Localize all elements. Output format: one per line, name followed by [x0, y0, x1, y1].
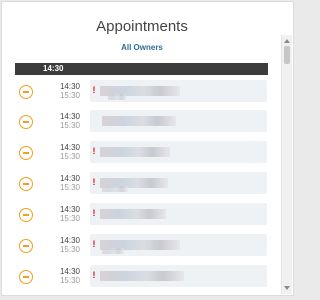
priority-flag: !: [92, 239, 96, 249]
cancel-icon[interactable]: [19, 177, 33, 191]
cancel-icon[interactable]: [19, 115, 33, 129]
appointment-times: 14:30 15:30: [58, 267, 80, 285]
blurred-text: [100, 147, 170, 157]
time-group-label: 14:30: [43, 64, 64, 73]
appointment-card[interactable]: !: [90, 80, 267, 102]
blurred-text: [100, 209, 166, 219]
priority-flag: !: [92, 208, 96, 218]
appointments-panel: Appointments All Owners 14:30 14:30 15:3…: [1, 1, 294, 296]
appointment-card[interactable]: !: [90, 265, 267, 287]
blurred-text: [102, 248, 124, 254]
cancel-icon[interactable]: [19, 270, 33, 284]
start-time: 14:30: [59, 267, 80, 276]
appointment-times: 14:30 15:30: [58, 236, 80, 254]
appointment-card[interactable]: !: [90, 203, 267, 225]
priority-flag: !: [92, 146, 96, 156]
priority-flag: !: [92, 85, 96, 95]
cancel-icon[interactable]: [19, 208, 33, 222]
appointment-times: 14:30 15:30: [58, 82, 80, 100]
start-time: 14:30: [59, 174, 80, 183]
start-time: 14:30: [59, 143, 80, 152]
end-time: 15:30: [59, 121, 80, 130]
appointment-row[interactable]: 14:30 15:30: [2, 110, 282, 134]
appointment-card[interactable]: !: [90, 172, 267, 194]
cancel-icon[interactable]: [19, 146, 33, 160]
blurred-text: [100, 271, 184, 281]
start-time: 14:30: [59, 112, 80, 121]
end-time: 15:30: [59, 183, 80, 192]
appointment-row[interactable]: 14:30 15:30 !: [2, 80, 282, 104]
cancel-icon[interactable]: [19, 239, 33, 253]
appointment-times: 14:30 15:30: [58, 143, 80, 161]
appointment-times: 14:30 15:30: [58, 112, 80, 130]
vertical-scrollbar[interactable]: [281, 35, 292, 294]
appointment-row[interactable]: 14:30 15:30 !: [2, 265, 282, 289]
scrollbar-thumb[interactable]: [284, 46, 290, 64]
page-title: Appointments: [96, 18, 188, 35]
appointment-times: 14:30 15:30: [58, 174, 80, 192]
all-owners-link[interactable]: All Owners: [2, 43, 282, 52]
end-time: 15:30: [59, 91, 80, 100]
end-time: 15:30: [59, 152, 80, 161]
start-time: 14:30: [59, 205, 80, 214]
appointment-card[interactable]: !: [90, 141, 267, 163]
appointment-row[interactable]: 14:30 15:30 !: [2, 203, 282, 227]
appointment-card[interactable]: [90, 110, 267, 132]
blurred-text: [102, 116, 176, 126]
appointment-card[interactable]: !: [90, 234, 267, 256]
priority-flag: !: [92, 177, 96, 187]
appointment-row[interactable]: 14:30 15:30 !: [2, 234, 282, 258]
start-time: 14:30: [59, 236, 80, 245]
cancel-icon[interactable]: [19, 85, 33, 99]
time-group-header: 14:30: [15, 63, 268, 75]
appointment-row[interactable]: 14:30 15:30 !: [2, 141, 282, 165]
end-time: 15:30: [59, 214, 80, 223]
scroll-down-icon[interactable]: [284, 286, 290, 290]
appointment-row[interactable]: 14:30 15:30 !: [2, 172, 282, 196]
appointment-times: 14:30 15:30: [58, 205, 80, 223]
blurred-text: [102, 186, 128, 192]
priority-flag: !: [92, 270, 96, 280]
blurred-text: [108, 94, 126, 100]
scroll-up-icon[interactable]: [284, 39, 290, 43]
start-time: 14:30: [59, 82, 80, 91]
end-time: 15:30: [59, 245, 80, 254]
end-time: 15:30: [59, 276, 80, 285]
